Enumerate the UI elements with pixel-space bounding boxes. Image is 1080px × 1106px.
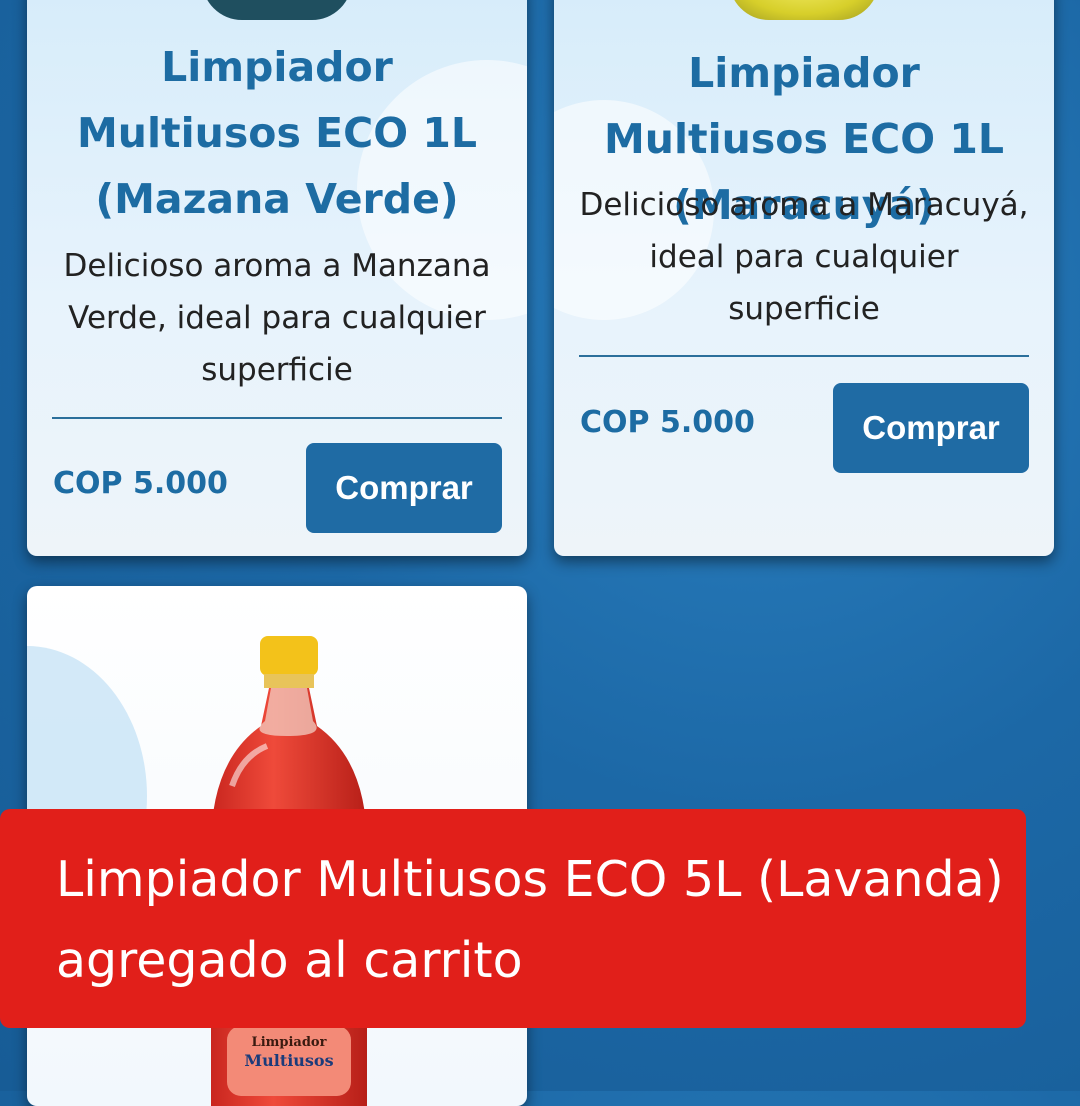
product-title: Limpiador Multiusos ECO 1L (Mazana Verde… [76, 43, 477, 223]
bottle-label-text: Limpiador [252, 1035, 327, 1050]
product-description: Delicioso aroma a Maracuyá, ideal para c… [579, 187, 1029, 327]
product-card: Limpiador Multiusos ECO 1L (Mazana Verde… [27, 0, 527, 556]
bottle-neck-ring [264, 674, 314, 688]
divider [52, 417, 502, 419]
bottle-label-text: Multiusos [244, 1051, 333, 1070]
buy-button[interactable]: Comprar [833, 383, 1029, 473]
product-description: Delicioso aroma a Manzana Verde, ideal p… [63, 248, 491, 388]
product-price: COP 5.000 [580, 405, 755, 440]
product-image [202, 0, 352, 20]
cart-toast: Limpiador Multiusos ECO 5L (Lavanda) agr… [0, 809, 1026, 1028]
product-card: Limpiador Multiusos ECO 1L (Maracuyá) De… [554, 0, 1054, 556]
toast-message: Limpiador Multiusos ECO 5L (Lavanda) agr… [56, 851, 1004, 989]
buy-button[interactable]: Comprar [306, 443, 502, 533]
bottle-cap [260, 636, 318, 676]
divider [579, 355, 1029, 357]
product-price: COP 5.000 [53, 466, 228, 501]
product-image [729, 0, 879, 20]
